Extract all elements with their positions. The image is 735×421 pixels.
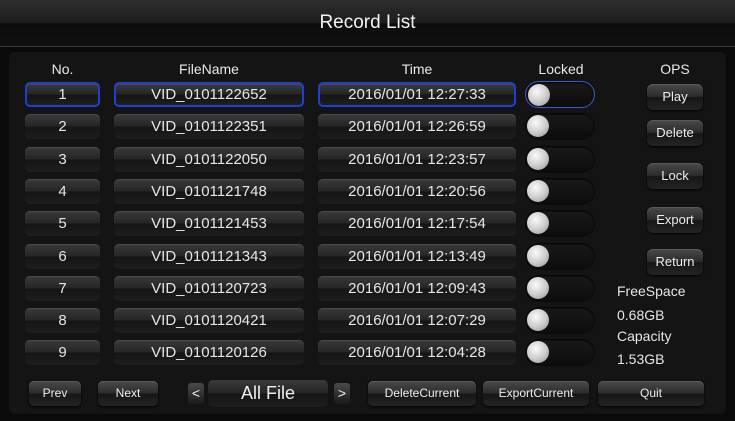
row-filename[interactable]: VID_0101122050 [114,147,304,172]
lock-toggle[interactable] [525,243,595,270]
row-number[interactable]: 5 [25,211,100,236]
lock-toggle[interactable] [525,178,595,205]
toggle-knob-icon [527,212,549,234]
toggle-knob-icon [527,245,549,267]
row-number[interactable]: 8 [25,308,100,333]
page-title: Record List [319,12,416,33]
toggle-knob-icon [527,277,549,299]
column-header-locked: Locked [538,61,584,77]
row-number[interactable]: 1 [25,82,100,107]
capacity-label: Capacity [617,328,672,344]
toggle-knob-icon [527,180,549,202]
row-number[interactable]: 7 [25,276,100,301]
row-filename[interactable]: VID_0101120126 [114,340,304,365]
row-filename[interactable]: VID_0101121343 [114,244,304,269]
delete-current-button[interactable]: DeleteCurrent [368,381,476,406]
toggle-knob-icon [527,341,549,363]
row-filename[interactable]: VID_0101121748 [114,179,304,204]
prev-button[interactable]: Prev [29,381,81,406]
file-filter-select[interactable]: All File [208,380,328,407]
row-filename[interactable]: VID_0101122652 [114,82,304,107]
toggle-knob-icon [527,309,549,331]
export-button[interactable]: Export [647,207,703,233]
row-time[interactable]: 2016/01/01 12:23:57 [318,147,516,172]
row-filename[interactable]: VID_0101120421 [114,308,304,333]
row-number[interactable]: 4 [25,179,100,204]
lock-toggle[interactable] [525,210,595,237]
export-current-button[interactable]: ExportCurrent [483,381,589,406]
column-header-filename: FileName [179,61,239,77]
title-bar: Record List [0,0,735,47]
chevron-left-icon[interactable]: < [188,383,204,404]
quit-button[interactable]: Quit [598,381,704,406]
lock-toggle[interactable] [525,339,595,366]
freespace-value: 0.68GB [617,307,665,323]
lock-toggle[interactable] [525,275,595,302]
column-header-ops: OPS [660,61,690,77]
row-time[interactable]: 2016/01/01 12:26:59 [318,114,516,139]
row-time[interactable]: 2016/01/01 12:20:56 [318,179,516,204]
play-button[interactable]: Play [647,84,703,110]
row-time[interactable]: 2016/01/01 12:17:54 [318,211,516,236]
lock-toggle[interactable] [525,146,595,173]
capacity-value: 1.53GB [617,351,665,367]
lock-toggle[interactable] [525,81,595,108]
record-list-screen: Record List No. FileName Time Locked OPS… [0,0,735,421]
row-filename[interactable]: VID_0101122351 [114,114,304,139]
chevron-right-icon[interactable]: > [334,383,350,404]
row-number[interactable]: 9 [25,340,100,365]
row-filename[interactable]: VID_0101120723 [114,276,304,301]
row-number[interactable]: 6 [25,244,100,269]
row-time[interactable]: 2016/01/01 12:13:49 [318,244,516,269]
toggle-knob-icon [527,148,549,170]
row-filename[interactable]: VID_0101121453 [114,211,304,236]
row-time[interactable]: 2016/01/01 12:04:28 [318,340,516,365]
lock-toggle[interactable] [525,113,595,140]
delete-button[interactable]: Delete [647,120,703,146]
next-button[interactable]: Next [98,381,158,406]
toggle-knob-icon [527,115,549,137]
row-number[interactable]: 2 [25,114,100,139]
row-time[interactable]: 2016/01/01 12:27:33 [318,82,516,107]
return-button[interactable]: Return [647,249,703,275]
row-time[interactable]: 2016/01/01 12:09:43 [318,276,516,301]
column-header-no: No. [51,61,74,77]
lock-toggle[interactable] [525,307,595,334]
freespace-label: FreeSpace [617,283,686,299]
row-number[interactable]: 3 [25,147,100,172]
toggle-knob-icon [528,84,550,106]
row-time[interactable]: 2016/01/01 12:07:29 [318,308,516,333]
lock-button[interactable]: Lock [647,163,703,189]
column-header-time: Time [401,61,433,77]
